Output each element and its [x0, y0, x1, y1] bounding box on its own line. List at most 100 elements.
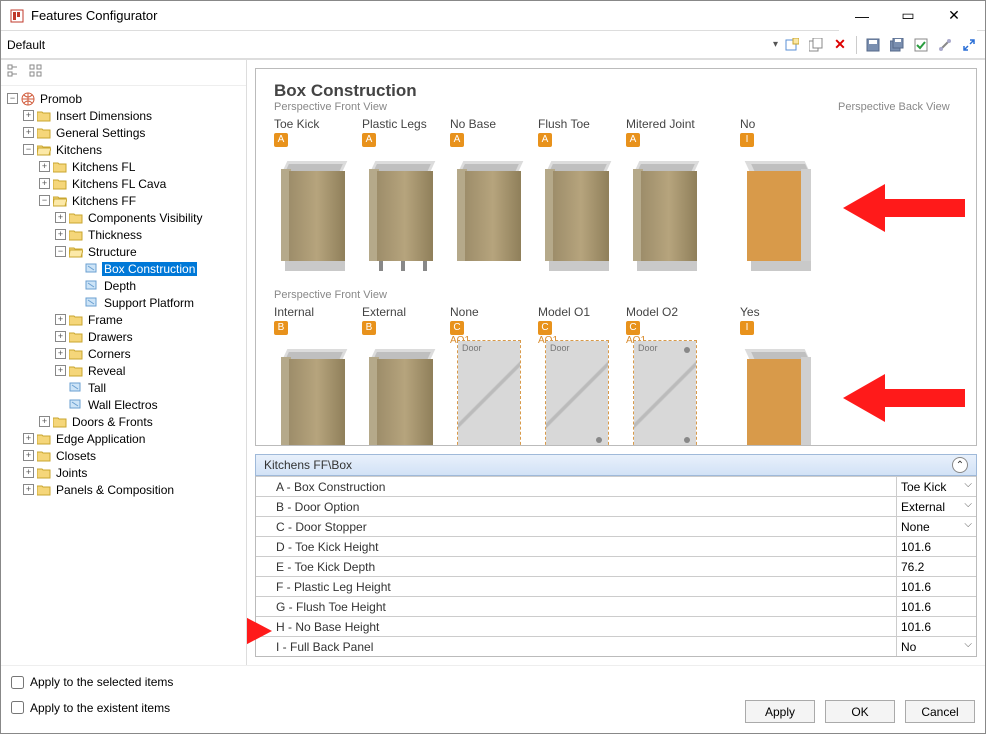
leaf-icon — [84, 296, 100, 310]
checkbox-apply-selected[interactable] — [11, 676, 24, 689]
check-apply-existent[interactable]: Apply to the existent items — [11, 698, 745, 718]
profile-dropdown-label[interactable]: Default — [7, 38, 45, 52]
collapse-icon[interactable]: ⌃ — [952, 457, 968, 473]
tree-kitchens-fl[interactable]: +Kitchens FL — [39, 158, 246, 175]
prop-row-d[interactable]: D - Toe Kick Height101.6 — [256, 536, 976, 556]
prop-row-f[interactable]: F - Plastic Leg Height101.6 — [256, 576, 976, 596]
thumb-external[interactable]: External B — [362, 305, 440, 446]
tool-link-icon[interactable] — [935, 35, 955, 55]
thumb-none[interactable]: None C AO1 Door *Illustrative Image — [450, 305, 528, 446]
prop-val-e[interactable]: 76.2 — [896, 557, 976, 576]
preview-panel: Box Construction Perspective Front View … — [255, 68, 977, 446]
prop-row-c[interactable]: C - Door StopperNone — [256, 516, 976, 536]
thumbs-row-2: Internal B External B None C AO1 — [274, 305, 958, 446]
thumb-model-o2[interactable]: Model O2 C AO1 Door *Illustrative Image — [626, 305, 704, 446]
tree-doors-fronts[interactable]: +Doors & Fronts — [39, 413, 246, 430]
perspective-front-label-2: Perspective Front View — [274, 289, 958, 301]
thumb-plastic-legs[interactable]: Plastic Legs A — [362, 117, 440, 271]
folder-icon — [52, 160, 68, 174]
tree-tall[interactable]: Tall — [55, 379, 246, 396]
tree-structure[interactable]: −Structure — [55, 243, 246, 260]
prop-val-b[interactable]: External — [896, 497, 976, 516]
tree-edge-application[interactable]: +Edge Application — [23, 430, 246, 447]
tree-box-construction[interactable]: Box Construction — [71, 260, 246, 277]
thumb-internal[interactable]: Internal B — [274, 305, 352, 446]
prop-val-f[interactable]: 101.6 — [896, 577, 976, 596]
tree-kitchens-fl-cava[interactable]: +Kitchens FL Cava — [39, 175, 246, 192]
checkbox-apply-existent[interactable] — [11, 701, 24, 714]
tool-saveall-icon[interactable] — [887, 35, 907, 55]
close-button[interactable]: ✕ — [931, 1, 977, 31]
tool-new-icon[interactable] — [782, 35, 802, 55]
thumb-model-o1[interactable]: Model O1 C AO1 Door *Illustrative Image — [538, 305, 616, 446]
thumb-mitered-joint[interactable]: Mitered Joint A — [626, 117, 704, 271]
leaf-icon — [84, 279, 100, 293]
props-table: A - Box ConstructionToe Kick B - Door Op… — [255, 476, 977, 657]
nav-tree[interactable]: − Promob +Insert Dimensions +General Set… — [1, 86, 246, 665]
tool-expand-icon[interactable] — [959, 35, 979, 55]
folder-icon — [68, 313, 84, 327]
thumbs-row-1: Toe Kick A Plastic Legs A No Base A — [274, 117, 958, 271]
prop-val-d[interactable]: 101.6 — [896, 537, 976, 556]
window-buttons: — ▭ ✕ — [839, 1, 977, 31]
tool-save-icon[interactable] — [863, 35, 883, 55]
thumb-back-yes[interactable]: Yes I — [740, 305, 818, 446]
tree-support-platform[interactable]: Support Platform — [71, 294, 246, 311]
prop-val-a[interactable]: Toe Kick — [896, 477, 976, 496]
tree-expand-icon[interactable] — [29, 64, 43, 81]
prop-val-h[interactable]: 101.6 — [896, 617, 976, 636]
maximize-button[interactable]: ▭ — [885, 1, 931, 31]
prop-val-g[interactable]: 101.6 — [896, 597, 976, 616]
tree-frame[interactable]: +Frame — [55, 311, 246, 328]
leaf-icon — [68, 381, 84, 395]
prop-row-h[interactable]: H - No Base Height101.6 — [256, 616, 976, 636]
content-pane: Box Construction Perspective Front View … — [247, 60, 985, 665]
tree-wall-electros[interactable]: Wall Electros — [55, 396, 246, 413]
folder-icon — [52, 177, 68, 191]
tree-kitchens[interactable]: −Kitchens — [23, 141, 246, 158]
tree-panels-composition[interactable]: +Panels & Composition — [23, 481, 246, 498]
thumb-no-base[interactable]: No Base A — [450, 117, 528, 271]
tree-depth[interactable]: Depth — [71, 277, 246, 294]
thumb-toe-kick[interactable]: Toe Kick A — [274, 117, 352, 271]
tree-kitchens-ff[interactable]: −Kitchens FF — [39, 192, 246, 209]
folder-icon — [36, 466, 52, 480]
tool-check-icon[interactable] — [911, 35, 931, 55]
prop-val-c[interactable]: None — [896, 517, 976, 536]
cancel-button[interactable]: Cancel — [905, 700, 975, 723]
tree-root[interactable]: − Promob — [7, 90, 246, 107]
tree-reveal[interactable]: +Reveal — [55, 362, 246, 379]
perspective-front-label: Perspective Front View — [274, 101, 838, 113]
thumb-flush-toe[interactable]: Flush Toe A — [538, 117, 616, 271]
leaf-icon — [84, 262, 100, 276]
props-header[interactable]: Kitchens FF\Box ⌃ — [255, 454, 977, 476]
tree-collapse-icon[interactable] — [7, 64, 21, 81]
ok-button[interactable]: OK — [825, 700, 895, 723]
prop-row-g[interactable]: G - Flush Toe Height101.6 — [256, 596, 976, 616]
prop-row-e[interactable]: E - Toe Kick Depth76.2 — [256, 556, 976, 576]
tree-drawers[interactable]: +Drawers — [55, 328, 246, 345]
folder-icon — [36, 109, 52, 123]
apply-button[interactable]: Apply — [745, 700, 815, 723]
preview-title: Box Construction — [274, 81, 958, 101]
folder-open-icon — [36, 143, 52, 157]
thumb-back-no[interactable]: No I — [740, 117, 818, 271]
tree-insert-dimensions[interactable]: +Insert Dimensions — [23, 107, 246, 124]
minimize-button[interactable]: — — [839, 1, 885, 31]
tree-components-visibility[interactable]: +Components Visibility — [55, 209, 246, 226]
prop-row-i[interactable]: I - Full Back PanelNo — [256, 636, 976, 656]
check-apply-selected[interactable]: Apply to the selected items — [11, 672, 975, 692]
prop-row-a[interactable]: A - Box ConstructionToe Kick — [256, 476, 976, 496]
prop-val-i[interactable]: No — [896, 637, 976, 656]
tree-corners[interactable]: +Corners — [55, 345, 246, 362]
tree-general-settings[interactable]: +General Settings — [23, 124, 246, 141]
tool-copy-icon[interactable] — [806, 35, 826, 55]
prop-row-b[interactable]: B - Door OptionExternal — [256, 496, 976, 516]
tree-closets[interactable]: +Closets — [23, 447, 246, 464]
tree-joints[interactable]: +Joints — [23, 464, 246, 481]
folder-icon — [68, 347, 84, 361]
sidebar: − Promob +Insert Dimensions +General Set… — [1, 60, 247, 665]
folder-icon — [68, 228, 84, 242]
tool-delete-icon[interactable]: ✕ — [830, 35, 850, 55]
tree-thickness[interactable]: +Thickness — [55, 226, 246, 243]
